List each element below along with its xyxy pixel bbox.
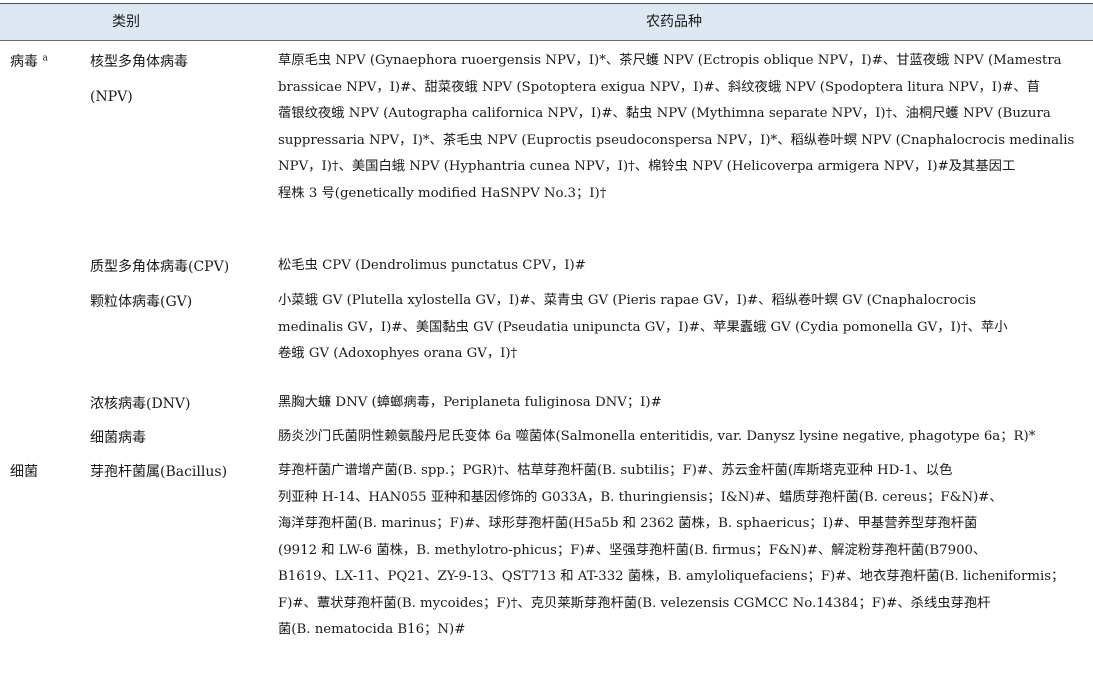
- varieties-bacteriophage: 肠炎沙门氏菌阴性赖氨酸丹尼氏变体 6a 噬菌体(Salmonella enter…: [278, 429, 1036, 444]
- subcategory-gv: 颗粒体病毒(GV): [90, 294, 193, 310]
- varieties-gv: 小菜蛾 GV (Plutella xylostella GV，I)#、菜青虫 G…: [278, 293, 1008, 361]
- varieties-cpv: 松毛虫 CPV (Dendrolimus punctatus CPV，I)#: [278, 258, 586, 273]
- column-header-category: 类别: [112, 14, 140, 30]
- subcategory-bacillus: 芽孢杆菌属(Bacillus): [90, 464, 228, 480]
- subcategory-cpv: 质型多角体病毒(CPV): [90, 259, 230, 275]
- varieties-npv: 草原毛虫 NPV (Gynaephora ruoergensis NPV，I)*…: [278, 53, 1075, 201]
- subcategory-npv-abbrev: (NPV): [90, 89, 133, 105]
- subcategory-npv: 核型多角体病毒: [90, 54, 188, 70]
- column-header-varieties: 农药品种: [646, 14, 702, 30]
- footnote-marker: a: [42, 53, 48, 64]
- table-header-rule: [0, 40, 1093, 41]
- subcategory-bacteriophage: 细菌病毒: [90, 430, 146, 446]
- table-header-row: [0, 4, 1093, 40]
- group-name: 病毒: [10, 54, 38, 70]
- group-label-virus: 病毒 a: [10, 53, 48, 71]
- group-label-bacteria: 细菌: [10, 464, 38, 480]
- subcategory-dnv: 浓核病毒(DNV): [90, 396, 191, 412]
- varieties-dnv: 黑胸大蠊 DNV (蟑螂病毒，Periplaneta fuliginosa DN…: [278, 395, 662, 410]
- varieties-bacillus: 芽孢杆菌广谱增产菌(B. spp.；PGR)†、枯草芽孢杆菌(B. subtil…: [278, 463, 1065, 637]
